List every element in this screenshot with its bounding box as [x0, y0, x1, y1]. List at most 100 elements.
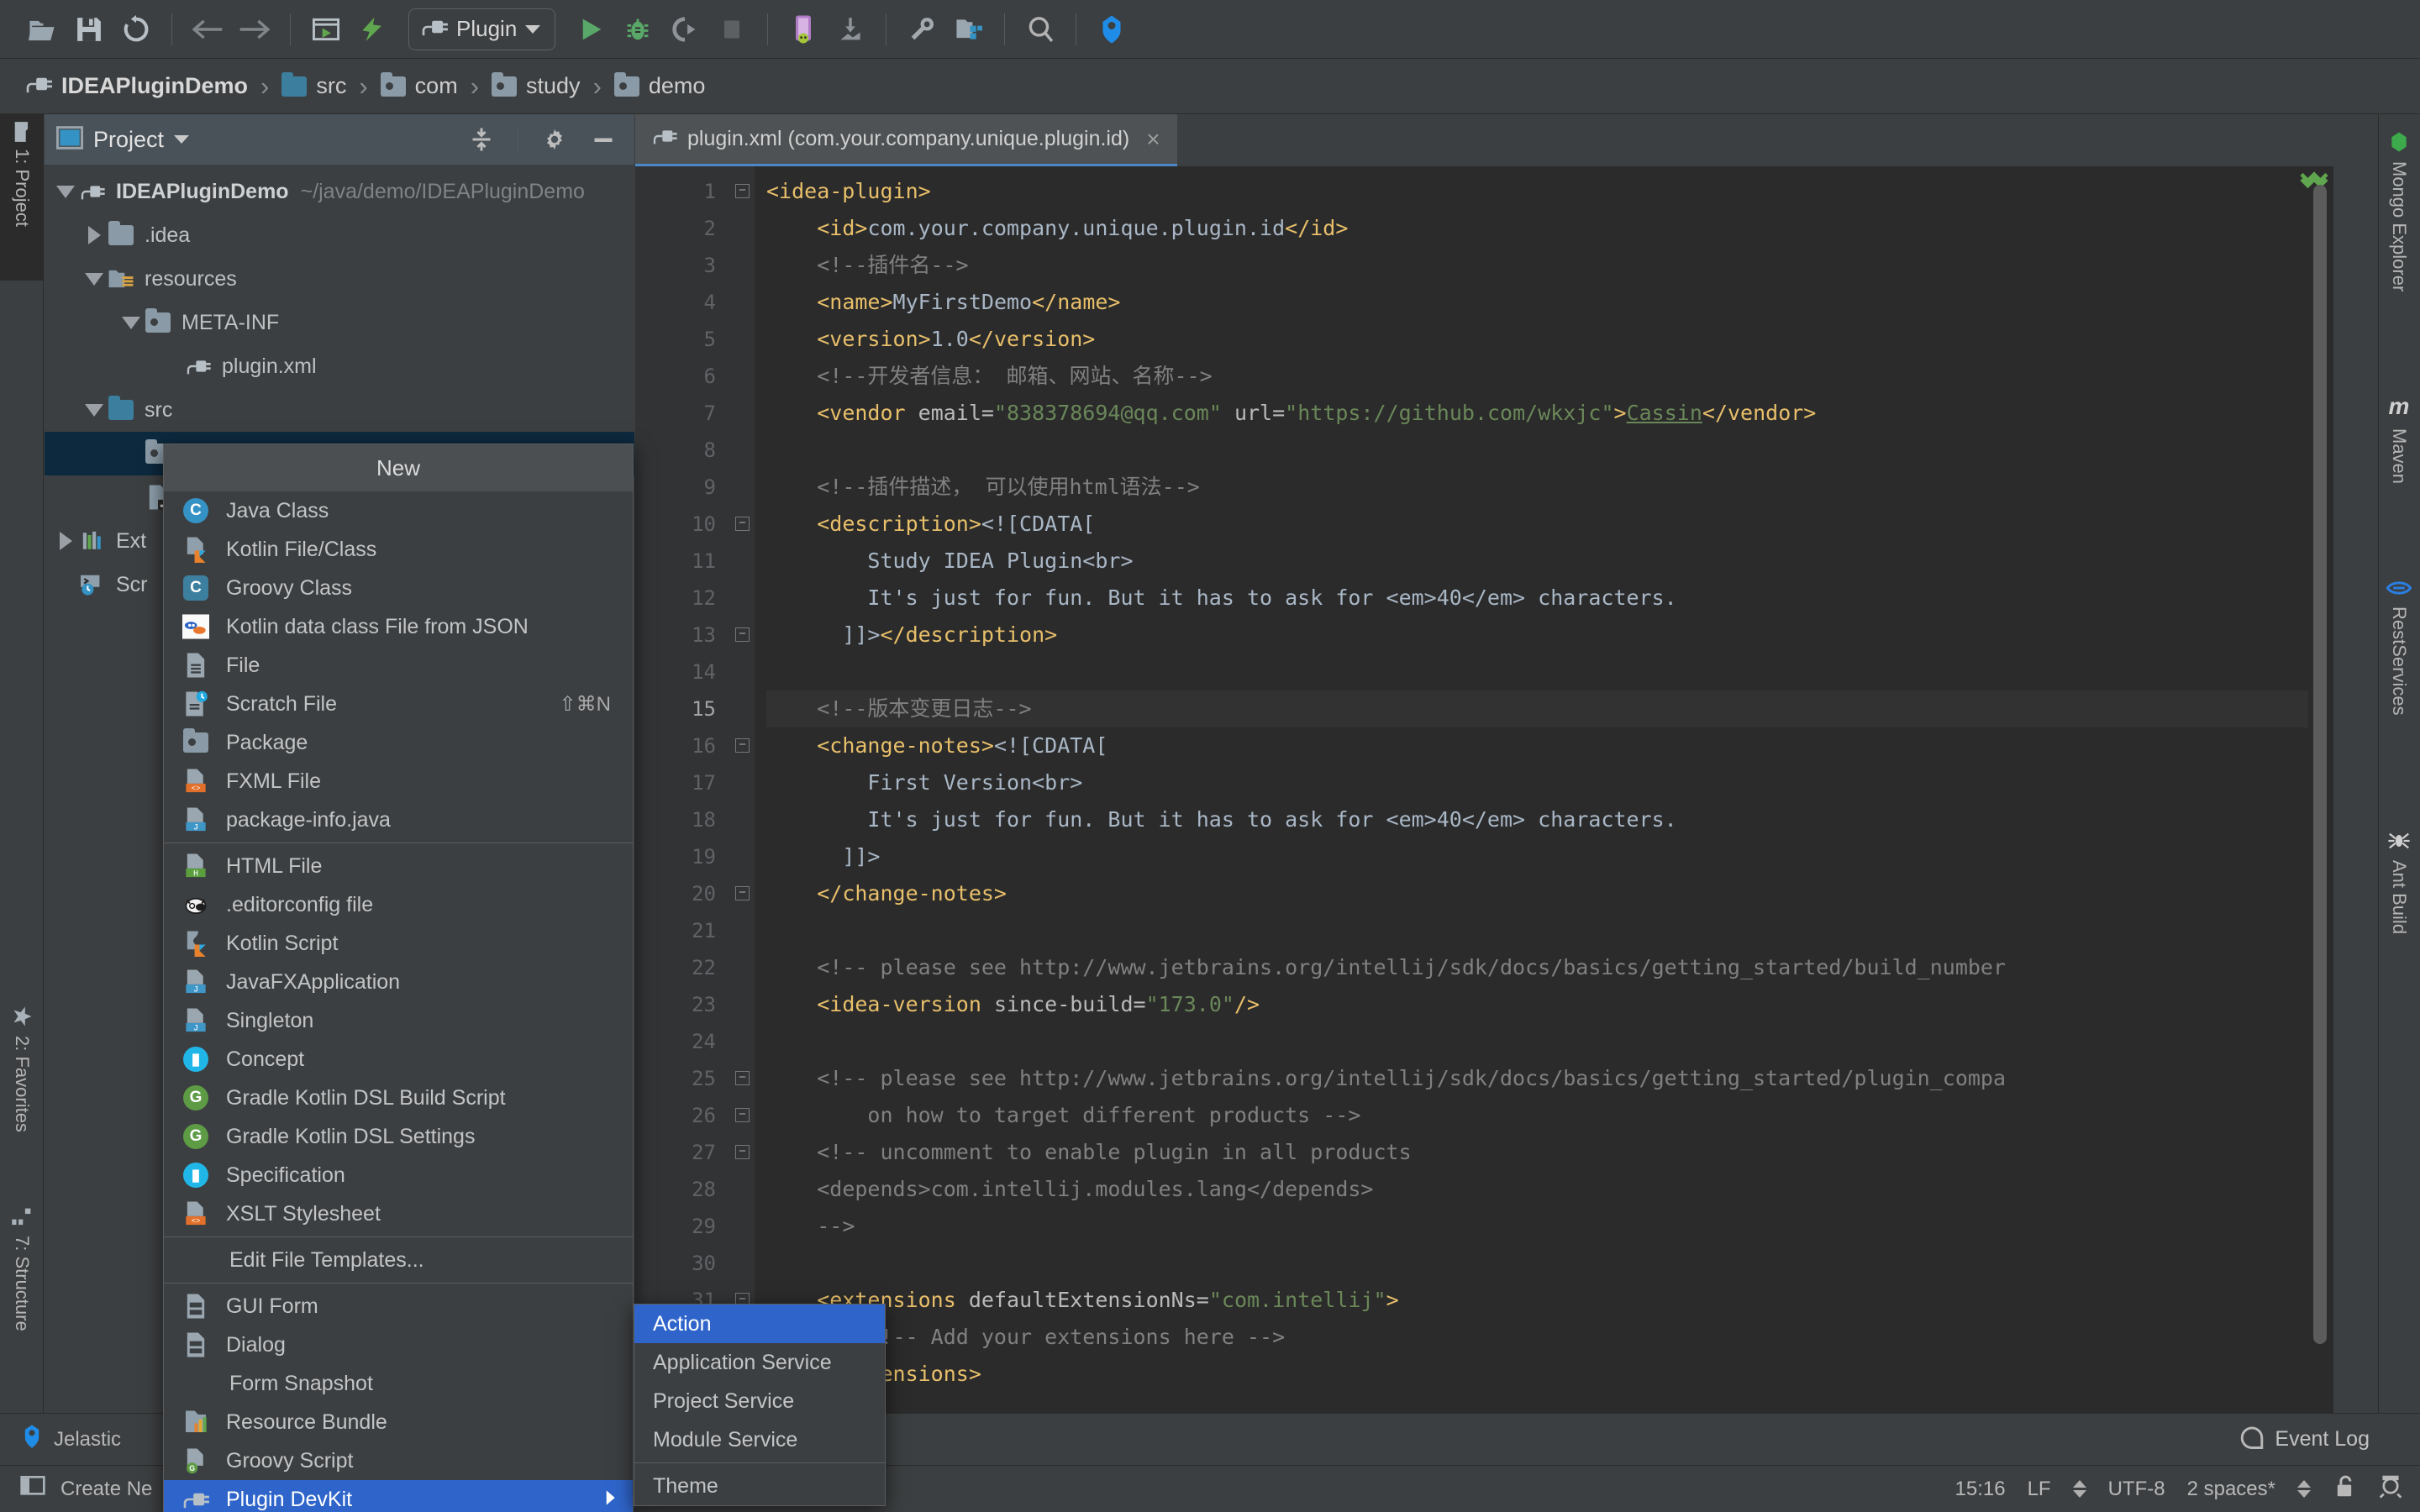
- marker-scrollbar[interactable]: [2300, 166, 2333, 1458]
- plugin-devkit-submenu[interactable]: Action Application Service Project Service…: [634, 1304, 886, 1506]
- menu-item-scratch-file[interactable]: Scratch File ⇧⌘N: [164, 685, 633, 723]
- tree-item-idea[interactable]: .idea: [45, 213, 634, 257]
- sidebar-item-favorites[interactable]: 2: Favorites: [0, 996, 44, 1173]
- menu-item-package-info-java[interactable]: Jpackage-info.java: [164, 801, 633, 839]
- close-icon[interactable]: ×: [1146, 126, 1160, 153]
- toggle-toolwindows-icon[interactable]: [20, 1476, 45, 1502]
- menu-item-fxml-file[interactable]: <> FXML File: [164, 762, 633, 801]
- sidebar-item-maven[interactable]: m Maven: [2378, 383, 2420, 551]
- fold-toggle-icon[interactable]: −: [735, 1071, 750, 1085]
- menu-item-dialog[interactable]: Dialog: [164, 1326, 633, 1364]
- open-project-icon[interactable]: [18, 8, 66, 51]
- sidebar-item-restservices[interactable]: RestServices: [2378, 568, 2420, 803]
- menu-item-package[interactable]: Package: [164, 723, 633, 762]
- sidebar-item-structure[interactable]: 7: Structure: [0, 1198, 44, 1366]
- submenu-item-action[interactable]: Action: [634, 1305, 885, 1343]
- tree-item-src[interactable]: src: [45, 388, 634, 432]
- line-separator-stepper[interactable]: [2072, 1480, 2086, 1498]
- twisty-down-icon[interactable]: [118, 316, 144, 329]
- tab-plugin-xml[interactable]: plugin.xml (com.your.company.unique.plug…: [635, 114, 1177, 166]
- avd-manager-icon[interactable]: [780, 8, 827, 51]
- gear-icon[interactable]: [535, 120, 574, 159]
- fold-toggle-icon[interactable]: −: [735, 1108, 750, 1122]
- menu-item-gradle-kotlin-dsl-settings[interactable]: G Gradle Kotlin DSL Settings: [164, 1117, 633, 1156]
- tree-item-resources[interactable]: resources: [45, 257, 634, 301]
- breadcrumb-item-demo[interactable]: demo: [609, 71, 711, 99]
- tree-item-meta-inf[interactable]: META-INF: [45, 301, 634, 344]
- menu-item-groovy-script[interactable]: G Groovy Script: [164, 1441, 633, 1480]
- run-icon[interactable]: [567, 8, 614, 51]
- fold-gutter[interactable]: −−−−−−−−−−: [729, 166, 755, 1458]
- chevron-down-icon[interactable]: [174, 135, 190, 144]
- unlock-icon[interactable]: [2333, 1473, 2356, 1504]
- compile-icon[interactable]: [302, 8, 350, 51]
- menu-item-kotlin-data-class-file-from-json[interactable]: Kotlin data class File from JSON: [164, 607, 633, 646]
- breadcrumb-item-project[interactable]: IDEAPluginDemo: [20, 73, 253, 99]
- inspector-icon[interactable]: [2378, 1473, 2403, 1504]
- run-coverage-icon[interactable]: [661, 8, 708, 51]
- event-log-button[interactable]: Event Log: [2239, 1425, 2420, 1453]
- fold-toggle-icon[interactable]: −: [735, 886, 750, 900]
- new-context-menu[interactable]: New C Java Class Kotlin File/Class C Groovy …: [163, 444, 634, 1512]
- editor-scrollbar-thumb[interactable]: [2313, 185, 2327, 1344]
- menu-item-specification[interactable]: ▮ Specification: [164, 1156, 633, 1194]
- menu-item-kotlin-file-class[interactable]: Kotlin File/Class: [164, 530, 633, 569]
- menu-item-file[interactable]: File: [164, 646, 633, 685]
- caret-position[interactable]: 15:16: [1955, 1478, 2006, 1501]
- line-separator[interactable]: LF: [2028, 1478, 2051, 1501]
- menu-item-kotlin-script[interactable]: Kotlin Script: [164, 924, 633, 963]
- tree-item-ideaplugindemo[interactable]: IDEAPluginDemo ~/java/demo/IDEAPluginDem…: [45, 170, 634, 213]
- menu-item-editorconfig-file[interactable]: .editorconfig file: [164, 885, 633, 924]
- indent-setting[interactable]: 2 spaces*: [2187, 1478, 2275, 1501]
- menu-item-java-class[interactable]: C Java Class: [164, 491, 633, 530]
- submenu-item-module-service[interactable]: Module Service: [634, 1420, 885, 1459]
- fold-toggle-icon[interactable]: −: [735, 738, 750, 753]
- chevron-down-icon[interactable]: [525, 24, 541, 34]
- menu-item-form-snapshot[interactable]: Form Snapshot: [164, 1364, 633, 1403]
- file-encoding[interactable]: UTF-8: [2108, 1478, 2165, 1501]
- twisty-right-icon[interactable]: [82, 226, 107, 244]
- menu-item-groovy-class[interactable]: C Groovy Class: [164, 569, 633, 607]
- menu-item-plugin-devkit[interactable]: Plugin DevKit: [164, 1480, 633, 1512]
- indent-stepper[interactable]: [2297, 1480, 2311, 1498]
- menu-item-gui-form[interactable]: GUI Form: [164, 1287, 633, 1326]
- sidebar-item-project[interactable]: 1: Project: [0, 114, 44, 281]
- twisty-down-icon[interactable]: [82, 403, 107, 417]
- fold-toggle-icon[interactable]: −: [735, 627, 750, 642]
- twisty-right-icon[interactable]: [53, 532, 78, 550]
- submenu-item-theme[interactable]: Theme: [634, 1467, 885, 1505]
- run-configuration-selector[interactable]: Plugin: [408, 8, 555, 50]
- submenu-item-application-service[interactable]: Application Service: [634, 1343, 885, 1382]
- bottom-item-jelastic[interactable]: Jelastic: [20, 1424, 121, 1455]
- breadcrumb-item-study[interactable]: study: [487, 71, 586, 99]
- fold-toggle-icon[interactable]: −: [735, 517, 750, 531]
- tree-item-plugin-xml[interactable]: plugin.xml: [45, 344, 634, 388]
- jelastic-icon[interactable]: [1088, 8, 1135, 51]
- menu-item-html-file[interactable]: H HTML File: [164, 847, 633, 885]
- debug-icon[interactable]: [614, 8, 661, 51]
- code-content[interactable]: <idea-plugin> <id>com.your.company.uniqu…: [755, 166, 2333, 1458]
- breadcrumb-item-src[interactable]: src: [276, 71, 351, 99]
- collapse-all-icon[interactable]: [462, 120, 501, 159]
- menu-item-concept[interactable]: ▮ Concept: [164, 1040, 633, 1079]
- menu-item-singleton[interactable]: J Singleton: [164, 1001, 633, 1040]
- hide-icon[interactable]: [584, 120, 623, 159]
- forward-icon[interactable]: [231, 8, 278, 51]
- menu-item-resource-bundle[interactable]: Resource Bundle: [164, 1403, 633, 1441]
- fold-toggle-icon[interactable]: −: [735, 184, 750, 198]
- rebuild-icon[interactable]: [350, 8, 397, 51]
- breadcrumb-item-com[interactable]: com: [376, 71, 463, 99]
- submenu-item-project-service[interactable]: Project Service: [634, 1382, 885, 1420]
- settings-wrench-icon[interactable]: [898, 8, 945, 51]
- menu-item-gradle-kotlin-dsl-build-script[interactable]: G Gradle Kotlin DSL Build Script: [164, 1079, 633, 1117]
- sidebar-item-mongo-explorer[interactable]: Mongo Explorer: [2378, 121, 2420, 365]
- fold-toggle-icon[interactable]: −: [735, 1145, 750, 1159]
- back-icon[interactable]: [184, 8, 231, 51]
- project-structure-icon[interactable]: [945, 8, 992, 51]
- menu-item-edit-file-templates[interactable]: Edit File Templates...: [164, 1241, 633, 1279]
- twisty-down-icon[interactable]: [53, 185, 78, 198]
- save-all-icon[interactable]: [66, 8, 113, 51]
- twisty-down-icon[interactable]: [82, 272, 107, 286]
- sidebar-item-ant-build[interactable]: Ant Build: [2378, 820, 2420, 1005]
- menu-item-xslt-stylesheet[interactable]: <> XSLT Stylesheet: [164, 1194, 633, 1233]
